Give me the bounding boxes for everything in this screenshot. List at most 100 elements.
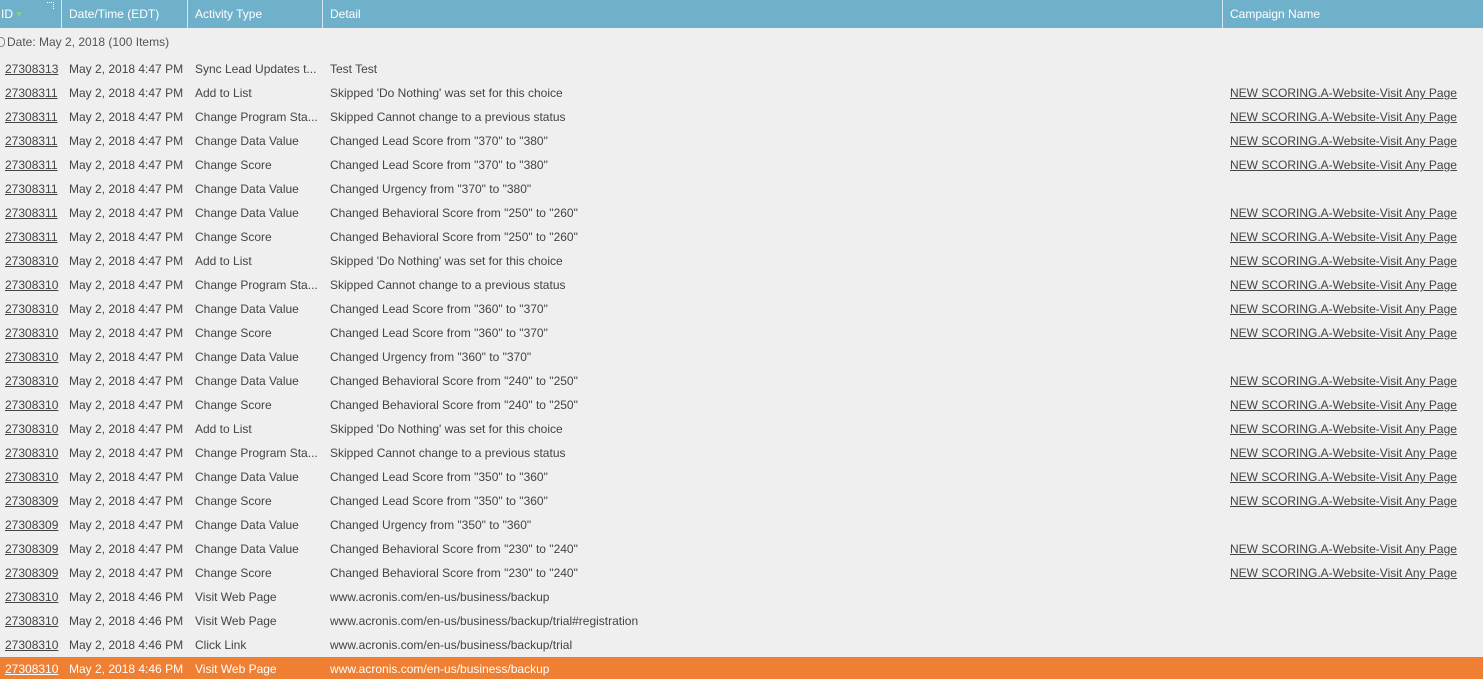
table-row[interactable]: 27308309 May 2, 2018 4:47 PM Change Data V… [0, 537, 1483, 561]
activity-datetime: May 2, 2018 4:47 PM [69, 182, 184, 196]
activity-id-link[interactable]: 27308310 [5, 662, 58, 676]
activity-detail: Changed Lead Score from "360" to "370" [330, 326, 548, 340]
activity-id-link[interactable]: 27308311 [5, 86, 58, 100]
campaign-name-link[interactable]: NEW SCORING.A-Website-Visit Any Page [1230, 206, 1457, 220]
activity-detail-cell: Skipped Cannot change to a previous stat… [330, 273, 1210, 297]
activity-id-link[interactable]: 27308310 [5, 326, 58, 340]
campaign-name-link[interactable]: NEW SCORING.A-Website-Visit Any Page [1230, 566, 1457, 580]
activity-id-link[interactable]: 27308311 [5, 134, 58, 148]
activity-id-link[interactable]: 27308310 [5, 302, 58, 316]
campaign-name-link[interactable]: NEW SCORING.A-Website-Visit Any Page [1230, 470, 1457, 484]
table-row[interactable]: 27308311 May 2, 2018 4:47 PM Change Progra… [0, 105, 1483, 129]
activity-id-link[interactable]: 27308311 [5, 182, 58, 196]
activity-detail-cell: Changed Lead Score from "360" to "370" [330, 321, 1210, 345]
activity-id-link[interactable]: 27308309 [5, 566, 58, 580]
table-row[interactable]: 27308310 May 2, 2018 4:47 PM Change Data V… [0, 369, 1483, 393]
activity-datetime: May 2, 2018 4:47 PM [69, 158, 184, 172]
table-row[interactable]: 27308310 May 2, 2018 4:47 PM Change Score C… [0, 393, 1483, 417]
table-row[interactable]: 27308311 May 2, 2018 4:47 PM Change Data V… [0, 129, 1483, 153]
activity-id-link-cell: 27308310 [5, 345, 61, 369]
activity-datetime: May 2, 2018 4:47 PM [69, 230, 184, 244]
table-row[interactable]: 27308311 May 2, 2018 4:47 PM Add to List Sk… [0, 81, 1483, 105]
table-row[interactable]: 27308310 May 2, 2018 4:47 PM Change Data V… [0, 297, 1483, 321]
table-row[interactable]: 27308309 May 2, 2018 4:47 PM Change Score C… [0, 489, 1483, 513]
activity-datetime: May 2, 2018 4:47 PM [69, 206, 184, 220]
campaign-name-link[interactable]: NEW SCORING.A-Website-Visit Any Page [1230, 86, 1457, 100]
activity-id-link[interactable]: 27308309 [5, 518, 58, 532]
activity-type: Change Score [195, 494, 272, 508]
campaign-name-link[interactable]: NEW SCORING.A-Website-Visit Any Page [1230, 422, 1457, 436]
activity-id-link[interactable]: 27308310 [5, 638, 58, 652]
table-row[interactable]: 27308310 May 2, 2018 4:47 PM Change Progra… [0, 273, 1483, 297]
activity-id-link[interactable]: 27308310 [5, 590, 58, 604]
activity-detail: Changed Lead Score from "370" to "380" [330, 134, 548, 148]
campaign-name-link[interactable]: NEW SCORING.A-Website-Visit Any Page [1230, 254, 1457, 268]
activity-type: Click Link [195, 638, 247, 652]
table-row[interactable]: 27308311 May 2, 2018 4:47 PM Change Data V… [0, 177, 1483, 201]
activity-id-link[interactable]: 27308309 [5, 542, 58, 556]
column-header-activity-type[interactable]: Activity Type [188, 0, 323, 28]
activity-id-link[interactable]: 27308310 [5, 398, 58, 412]
table-row[interactable]: 27308311 May 2, 2018 4:47 PM Change Data V… [0, 201, 1483, 225]
campaign-name-link-cell: NEW SCORING.A-Website-Visit Any Page [1230, 153, 1480, 177]
activity-id-link[interactable]: 27308310 [5, 446, 58, 460]
table-row-selected[interactable]: 27308310 May 2, 2018 4:46 PM Visit Web Pag… [0, 657, 1483, 679]
table-row[interactable]: 27308309 May 2, 2018 4:47 PM Change Data V… [0, 513, 1483, 537]
campaign-name-link[interactable]: NEW SCORING.A-Website-Visit Any Page [1230, 134, 1457, 148]
campaign-name-link[interactable]: NEW SCORING.A-Website-Visit Any Page [1230, 398, 1457, 412]
table-row[interactable]: 27308310 May 2, 2018 4:47 PM Add to List Sk… [0, 417, 1483, 441]
activity-type: Change Data Value [195, 542, 299, 556]
column-resize-icon[interactable] [47, 2, 54, 9]
activity-id-link[interactable]: 27308309 [5, 494, 58, 508]
campaign-name-link[interactable]: NEW SCORING.A-Website-Visit Any Page [1230, 542, 1457, 556]
table-row[interactable]: 27308309 May 2, 2018 4:47 PM Change Score C… [0, 561, 1483, 585]
column-header-detail[interactable]: Detail [323, 0, 1223, 28]
activity-id-link[interactable]: 27308310 [5, 374, 58, 388]
table-row[interactable]: 27308310 May 2, 2018 4:46 PM Visit Web Pag… [0, 585, 1483, 609]
activity-type-cell: Change Score [195, 561, 319, 585]
activity-id-link[interactable]: 27308311 [5, 230, 58, 244]
activity-id-link[interactable]: 27308313 [5, 62, 58, 76]
table-row[interactable]: 27308310 May 2, 2018 4:47 PM Change Score C… [0, 321, 1483, 345]
activity-id-link[interactable]: 27308310 [5, 614, 58, 628]
table-row[interactable]: 27308313 May 2, 2018 4:47 PM Sync Lead Upd… [0, 57, 1483, 81]
activity-type-cell: Change Data Value [195, 369, 319, 393]
activity-id-link[interactable]: 27308310 [5, 350, 58, 364]
table-row[interactable]: 27308310 May 2, 2018 4:46 PM Visit Web Pag… [0, 609, 1483, 633]
campaign-name-link[interactable]: NEW SCORING.A-Website-Visit Any Page [1230, 158, 1457, 172]
table-row[interactable]: 27308311 May 2, 2018 4:47 PM Change Score C… [0, 225, 1483, 249]
activity-id-link[interactable]: 27308311 [5, 206, 58, 220]
column-header-datetime[interactable]: Date/Time (EDT) [62, 0, 188, 28]
activity-id-link[interactable]: 27308311 [5, 110, 58, 124]
table-row[interactable]: 27308310 May 2, 2018 4:47 PM Add to List Sk… [0, 249, 1483, 273]
campaign-name-link-cell: NEW SCORING.A-Website-Visit Any Page [1230, 537, 1480, 561]
campaign-name-link[interactable]: NEW SCORING.A-Website-Visit Any Page [1230, 230, 1457, 244]
sort-desc-icon[interactable] [16, 12, 22, 18]
activity-datetime: May 2, 2018 4:47 PM [69, 302, 184, 316]
activity-id-link[interactable]: 27308310 [5, 470, 58, 484]
campaign-name-link[interactable]: NEW SCORING.A-Website-Visit Any Page [1230, 446, 1457, 460]
table-row[interactable]: 27308310 May 2, 2018 4:46 PM Click Link www… [0, 633, 1483, 657]
table-row[interactable]: 27308310 May 2, 2018 4:47 PM Change Data V… [0, 345, 1483, 369]
campaign-name-link[interactable]: NEW SCORING.A-Website-Visit Any Page [1230, 278, 1457, 292]
campaign-name-link[interactable]: NEW SCORING.A-Website-Visit Any Page [1230, 302, 1457, 316]
collapse-group-icon[interactable] [0, 36, 5, 47]
campaign-name-link[interactable]: NEW SCORING.A-Website-Visit Any Page [1230, 494, 1457, 508]
activity-id-link[interactable]: 27308310 [5, 254, 58, 268]
activity-type-cell: Change Data Value [195, 129, 319, 153]
campaign-name-link[interactable]: NEW SCORING.A-Website-Visit Any Page [1230, 374, 1457, 388]
activity-id-link[interactable]: 27308310 [5, 278, 58, 292]
activity-id-link[interactable]: 27308310 [5, 422, 58, 436]
table-row[interactable]: 27308310 May 2, 2018 4:47 PM Change Data V… [0, 465, 1483, 489]
column-header-id[interactable]: ID [0, 0, 62, 28]
activity-id-link[interactable]: 27308311 [5, 158, 58, 172]
activity-detail: Changed Urgency from "370" to "380" [330, 182, 532, 196]
activity-type: Change Data Value [195, 134, 299, 148]
table-row[interactable]: 27308310 May 2, 2018 4:47 PM Change Progra… [0, 441, 1483, 465]
campaign-name-link[interactable]: NEW SCORING.A-Website-Visit Any Page [1230, 326, 1457, 340]
campaign-name-link[interactable]: NEW SCORING.A-Website-Visit Any Page [1230, 110, 1457, 124]
table-row[interactable]: 27308311 May 2, 2018 4:47 PM Change Score C… [0, 153, 1483, 177]
column-header-campaign-name[interactable]: Campaign Name [1223, 0, 1483, 28]
activity-detail-cell: Changed Behavioral Score from "230" to "… [330, 537, 1210, 561]
group-header-date[interactable]: Date: May 2, 2018 (100 Items) [0, 30, 169, 54]
